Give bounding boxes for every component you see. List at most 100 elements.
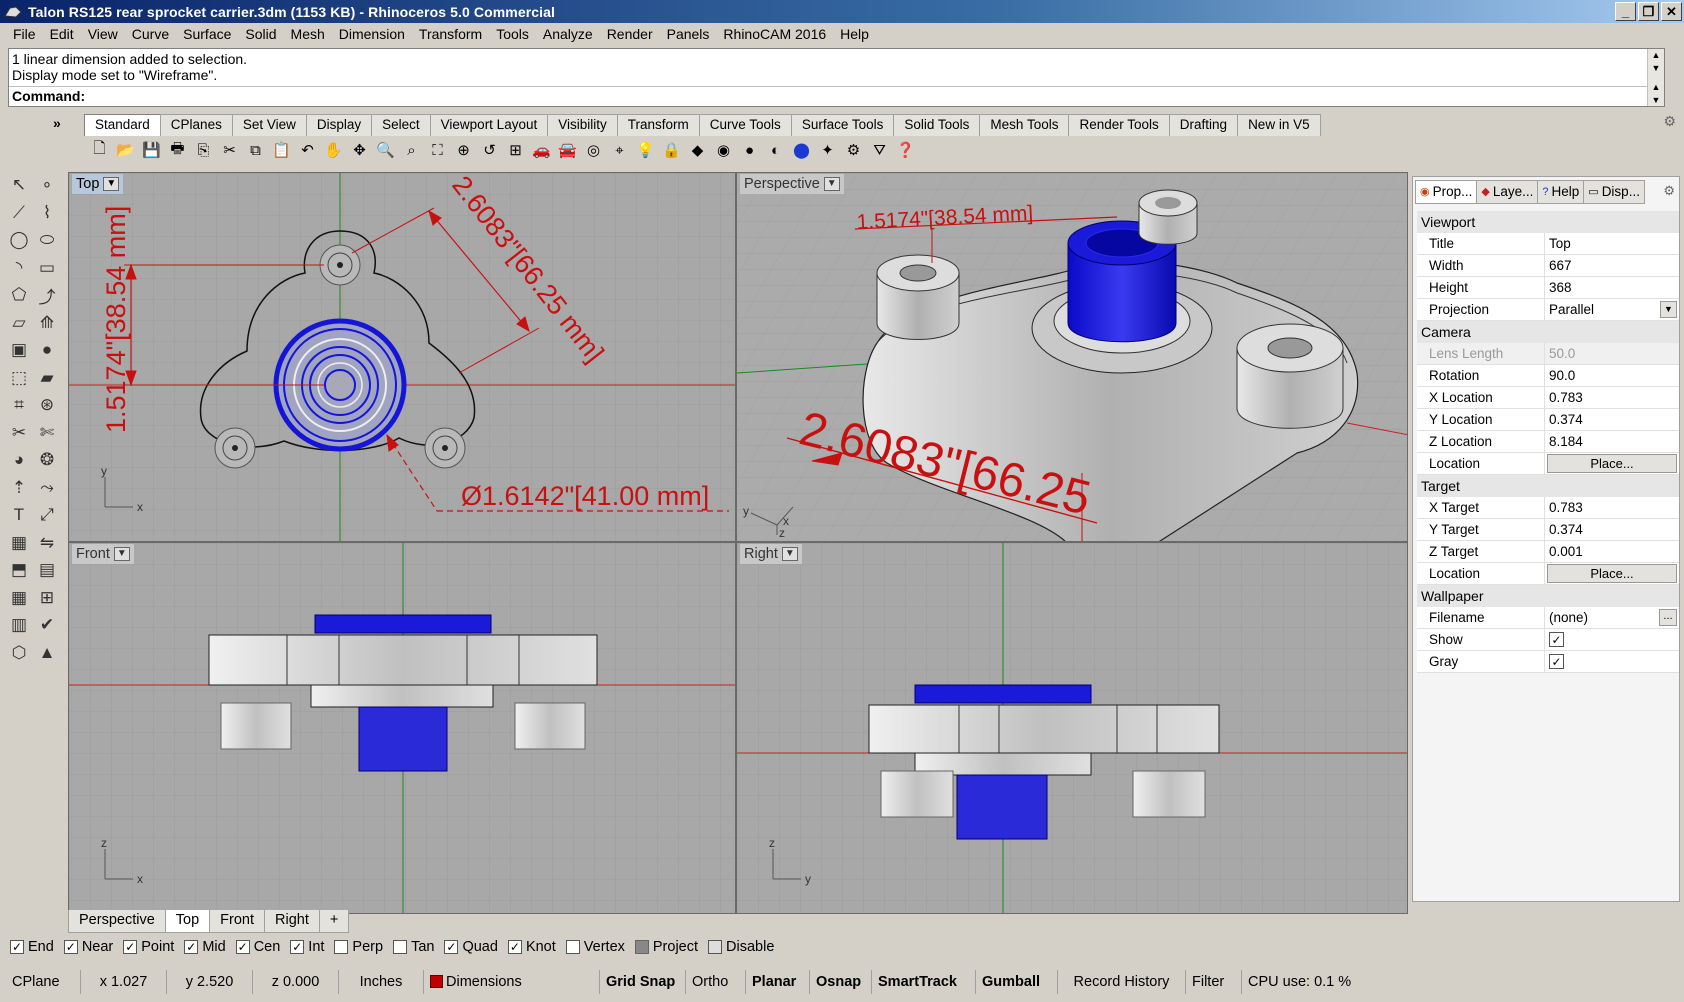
lock-icon[interactable]: 🔒 xyxy=(660,139,683,162)
top-viewport-canvas[interactable]: 1.5174"[38.54 mm] 2.6083"[66.25 mm] Ø1.6… xyxy=(69,173,736,542)
viewport-title-right[interactable]: Right ▼ xyxy=(740,544,802,564)
property-value-location[interactable]: Place... xyxy=(1545,563,1679,584)
osnap-checkbox[interactable] xyxy=(334,940,349,954)
toolbar-tab-cplanes[interactable]: CPlanes xyxy=(159,114,233,136)
offset-icon[interactable]: ⇡ xyxy=(6,475,32,501)
arc-icon[interactable]: ◝ xyxy=(6,255,32,281)
status-units[interactable]: Inches xyxy=(339,969,424,994)
ellipse-icon[interactable]: ⬭ xyxy=(34,227,60,253)
selected-hub-flange[interactable] xyxy=(914,684,1092,704)
analyze-icon[interactable]: ⊞ xyxy=(34,585,60,611)
menu-solid[interactable]: Solid xyxy=(238,26,283,42)
add-viewport-tab-button[interactable]: + xyxy=(318,910,350,933)
toolbar-tab-solid-tools[interactable]: Solid Tools xyxy=(893,114,981,136)
sphere-icon[interactable]: ● xyxy=(34,337,60,363)
array-icon[interactable]: ▦ xyxy=(6,530,32,556)
osnap-checkbox[interactable]: ✓ xyxy=(63,940,78,954)
toolbar-tab-standard[interactable]: Standard xyxy=(84,114,161,136)
polyline-icon[interactable]: ⟋ xyxy=(6,200,32,226)
panel-tab-help[interactable]: ? Help xyxy=(1537,180,1585,204)
property-value-y-target[interactable]: 0.374 xyxy=(1545,519,1679,540)
import-icon[interactable]: ⎘ xyxy=(192,139,215,162)
osnap-perp[interactable]: Perp xyxy=(334,939,383,955)
property-value-filename[interactable]: (none)... xyxy=(1545,607,1679,628)
gumball-icon[interactable]: ⊛ xyxy=(34,392,60,418)
status-osnap[interactable]: Osnap xyxy=(810,969,872,994)
property-value-z-target[interactable]: 0.001 xyxy=(1545,541,1679,562)
undo-icon[interactable]: ↶ xyxy=(296,139,319,162)
menu-edit[interactable]: Edit xyxy=(43,26,81,42)
status-record-history[interactable]: Record History xyxy=(1058,969,1186,994)
mirror-icon[interactable]: ⇋ xyxy=(34,530,60,556)
rotate-view-icon[interactable]: ✥ xyxy=(348,139,371,162)
four-viewports-icon[interactable]: ⊞ xyxy=(504,139,527,162)
panel-tab-disp[interactable]: ▭ Disp... xyxy=(1583,180,1645,204)
osnap-checkbox[interactable]: ✓ xyxy=(123,940,138,954)
box-icon[interactable]: ▣ xyxy=(6,337,32,363)
show-checkbox[interactable]: ✓ xyxy=(1549,632,1564,647)
status-ortho[interactable]: Ortho xyxy=(686,969,746,994)
boolean-split-icon[interactable]: ❂ xyxy=(34,447,60,473)
scroll-up-icon[interactable]: ▲ xyxy=(1648,49,1664,62)
open-file-icon[interactable]: 📂 xyxy=(114,139,137,162)
zoom-extents-icon[interactable]: ⛶ xyxy=(426,139,449,162)
toolbar-tab-transform[interactable]: Transform xyxy=(616,114,700,136)
scroll-dropdown-icon[interactable]: ▲ xyxy=(1648,81,1664,94)
zoom-window-icon[interactable]: 🔍 xyxy=(374,139,397,162)
status-gumball[interactable]: Gumball xyxy=(976,969,1058,994)
save-icon[interactable]: 💾 xyxy=(140,139,163,162)
osnap-tan[interactable]: Tan xyxy=(393,939,434,955)
layout-icon[interactable]: ▥ xyxy=(6,612,32,638)
status-cplane[interactable]: CPlane xyxy=(6,969,81,994)
toolbar-tab-curve-tools[interactable]: Curve Tools xyxy=(698,114,792,136)
filter-icon[interactable]: ⛛ xyxy=(868,139,891,162)
osnap-checkbox[interactable] xyxy=(393,940,408,954)
toolbar-tab-mesh-tools[interactable]: Mesh Tools xyxy=(979,114,1070,136)
property-value-gray[interactable]: ✓ xyxy=(1545,651,1679,672)
blend-icon[interactable]: ⤳ xyxy=(34,475,60,501)
osnap-mid[interactable]: ✓ Mid xyxy=(184,939,226,955)
scroll-down-icon[interactable]: ▼ xyxy=(1648,62,1664,75)
viewport-menu-chevron-icon[interactable]: ▼ xyxy=(823,177,840,191)
group-icon[interactable]: ⬡ xyxy=(6,640,32,666)
front-viewport-canvas[interactable]: z x xyxy=(69,543,736,914)
dimension-icon[interactable]: ⤢ xyxy=(34,502,60,528)
property-value-y-location[interactable]: 0.374 xyxy=(1545,409,1679,430)
property-value-title[interactable]: Top xyxy=(1545,233,1679,254)
osnap-point[interactable]: ✓ Point xyxy=(123,939,174,955)
trim-icon[interactable]: ✄ xyxy=(34,420,60,446)
osnap-vertex[interactable]: Vertex xyxy=(565,939,625,955)
status-filter[interactable]: Filter xyxy=(1186,969,1242,994)
panel-tab-laye[interactable]: ◆ Laye... xyxy=(1476,180,1539,204)
toolbar-tab-visibility[interactable]: Visibility xyxy=(547,114,618,136)
menu-analyze[interactable]: Analyze xyxy=(536,26,600,42)
cut-icon[interactable]: ✂ xyxy=(218,139,241,162)
viewport-tab-front[interactable]: Front xyxy=(209,910,265,933)
perspective-car-icon[interactable]: 🚘 xyxy=(556,139,579,162)
viewport-title-front[interactable]: Front ▼ xyxy=(72,544,134,564)
shaded-sphere-icon[interactable]: ● xyxy=(738,139,761,162)
viewport-perspective[interactable]: 1.5174"[38.54 mm] 2.6083"[66.25 y x z Pe… xyxy=(736,172,1408,542)
osnap-checkbox[interactable]: ✓ xyxy=(444,940,459,954)
osnap-checkbox[interactable]: ✓ xyxy=(507,940,522,954)
menu-render[interactable]: Render xyxy=(600,26,660,42)
right-viewport-canvas[interactable]: z y xyxy=(737,543,1408,914)
selected-hub-flange[interactable] xyxy=(314,614,492,634)
osnap-checkbox[interactable] xyxy=(708,940,723,954)
text-icon[interactable]: T xyxy=(6,502,32,528)
mesh-icon[interactable]: ⌗ xyxy=(6,392,32,418)
selected-hub-body[interactable] xyxy=(358,706,448,772)
toolbar-tab-surface-tools[interactable]: Surface Tools xyxy=(790,114,895,136)
menu-file[interactable]: File xyxy=(6,26,43,42)
place-button[interactable]: Place... xyxy=(1547,454,1677,473)
viewport-title-perspective[interactable]: Perspective ▼ xyxy=(740,174,844,194)
osnap-checkbox[interactable] xyxy=(565,940,580,954)
dropdown-arrow-icon[interactable]: ▼ xyxy=(1660,301,1677,318)
toolbar-tab-select[interactable]: Select xyxy=(371,114,431,136)
viewport-front[interactable]: z x Front ▼ xyxy=(68,542,736,914)
circle-icon[interactable]: ◯ xyxy=(6,227,32,253)
pan-icon[interactable]: ✋ xyxy=(322,139,345,162)
gear-icon[interactable]: ⚙ xyxy=(1663,183,1675,199)
selected-hub-body[interactable] xyxy=(956,774,1048,840)
select-point-icon[interactable]: ◎ xyxy=(582,139,605,162)
